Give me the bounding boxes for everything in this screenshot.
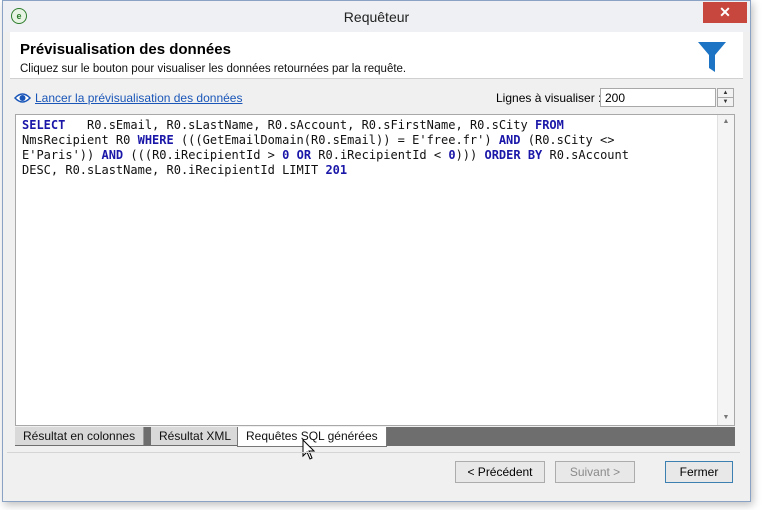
close-button[interactable]: Fermer — [665, 461, 733, 483]
sql-fragment: ))) — [455, 148, 485, 162]
sql-fragment: NmsRecipient R0 — [22, 133, 131, 147]
lines-to-view-label: Lignes à visualiser : — [496, 91, 602, 105]
vertical-scrollbar[interactable]: ▲ ▼ — [717, 115, 734, 425]
sql-fragment: R0.iRecipientId < — [311, 148, 449, 162]
next-button[interactable]: Suivant > — [555, 461, 635, 483]
page-title: Prévisualisation des données — [20, 41, 231, 58]
window-close-button[interactable]: ✕ — [703, 2, 747, 23]
wizard-header: Prévisualisation des données Cliquez sur… — [10, 32, 743, 79]
sql-keyword: FROM — [534, 118, 564, 132]
sql-keyword: WHERE — [137, 133, 174, 147]
spin-down-icon[interactable]: ▼ — [718, 98, 733, 106]
page-subtitle: Cliquez sur le bouton pour visualiser le… — [20, 63, 407, 75]
sql-fragment — [289, 148, 296, 162]
footer-separator — [7, 452, 740, 453]
sql-keyword: 0 — [448, 148, 456, 162]
window-title: Requêteur — [343, 9, 410, 25]
sql-keyword: 201 — [325, 163, 348, 177]
previous-button[interactable]: < Précédent — [455, 461, 545, 483]
tab-columns-result[interactable]: Résultat en colonnes — [15, 427, 145, 445]
sql-query-text[interactable]: SELECT R0.sEmail, R0.sLastName, R0.sAcco… — [22, 118, 712, 178]
spin-up-icon[interactable]: ▲ — [718, 89, 733, 98]
lines-to-view-input[interactable] — [600, 88, 716, 107]
sql-keyword: AND — [498, 133, 521, 147]
sql-fragment: (((R0.iRecipientId > — [123, 148, 283, 162]
title-bar: e Requêteur ✕ — [3, 1, 750, 32]
launch-preview-link[interactable]: Lancer la prévisualisation des données — [35, 91, 242, 105]
scroll-down-icon[interactable]: ▼ — [718, 411, 734, 425]
sql-editor[interactable]: SELECT R0.sEmail, R0.sLastName, R0.sAcco… — [15, 114, 735, 426]
mouse-cursor-icon — [302, 439, 316, 460]
sql-keyword: ORDER BY — [484, 148, 543, 162]
sql-fragment: (((GetEmailDomain(R0.sEmail)) = E'free.f… — [173, 133, 499, 147]
sql-keyword: SELECT — [22, 118, 66, 132]
sql-fragment: R0.sEmail, R0.sLastName, R0.sAccount, R0… — [65, 118, 535, 132]
eye-icon[interactable] — [14, 91, 31, 105]
scroll-up-icon[interactable]: ▲ — [718, 115, 734, 129]
funnel-icon — [698, 42, 726, 72]
sql-keyword: AND — [101, 148, 124, 162]
lines-spinner[interactable]: ▲ ▼ — [717, 88, 734, 107]
result-tabs: Résultat en colonnes Résultat XML Requêt… — [15, 427, 735, 447]
sql-keyword: OR — [296, 148, 312, 162]
tab-xml-result[interactable]: Résultat XML — [151, 427, 241, 445]
